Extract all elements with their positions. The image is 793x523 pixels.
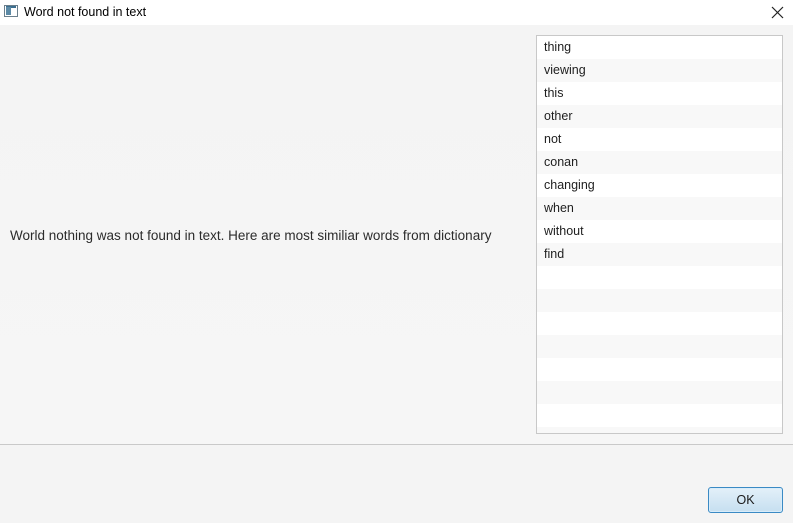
similar-words-list[interactable]: thing viewing this other not conan chang…	[536, 35, 783, 434]
list-item-empty	[537, 358, 782, 381]
close-button[interactable]	[763, 0, 793, 25]
list-item[interactable]: thing	[537, 36, 782, 59]
not-found-message: World nothing was not found in text. Her…	[10, 228, 492, 243]
list-item-empty	[537, 427, 782, 433]
button-bar: OK	[0, 445, 793, 523]
app-icon	[4, 5, 18, 17]
list-item-empty	[537, 312, 782, 335]
list-item[interactable]: changing	[537, 174, 782, 197]
list-item[interactable]: conan	[537, 151, 782, 174]
close-icon	[771, 6, 784, 19]
list-item[interactable]: not	[537, 128, 782, 151]
list-item-empty	[537, 289, 782, 312]
list-item[interactable]: this	[537, 82, 782, 105]
list-item[interactable]: find	[537, 243, 782, 266]
dialog-content: World nothing was not found in text. Her…	[0, 25, 793, 444]
list-item[interactable]: without	[537, 220, 782, 243]
list-item[interactable]: other	[537, 105, 782, 128]
window-title: Word not found in text	[24, 5, 147, 19]
dialog-window: Word not found in text World nothing was…	[0, 0, 793, 523]
list-item-empty	[537, 404, 782, 427]
title-bar: Word not found in text	[0, 0, 793, 25]
list-item-empty	[537, 266, 782, 289]
list-item-empty	[537, 381, 782, 404]
list-item[interactable]: when	[537, 197, 782, 220]
list-item[interactable]: viewing	[537, 59, 782, 82]
list-item-empty	[537, 335, 782, 358]
ok-button[interactable]: OK	[708, 487, 783, 513]
